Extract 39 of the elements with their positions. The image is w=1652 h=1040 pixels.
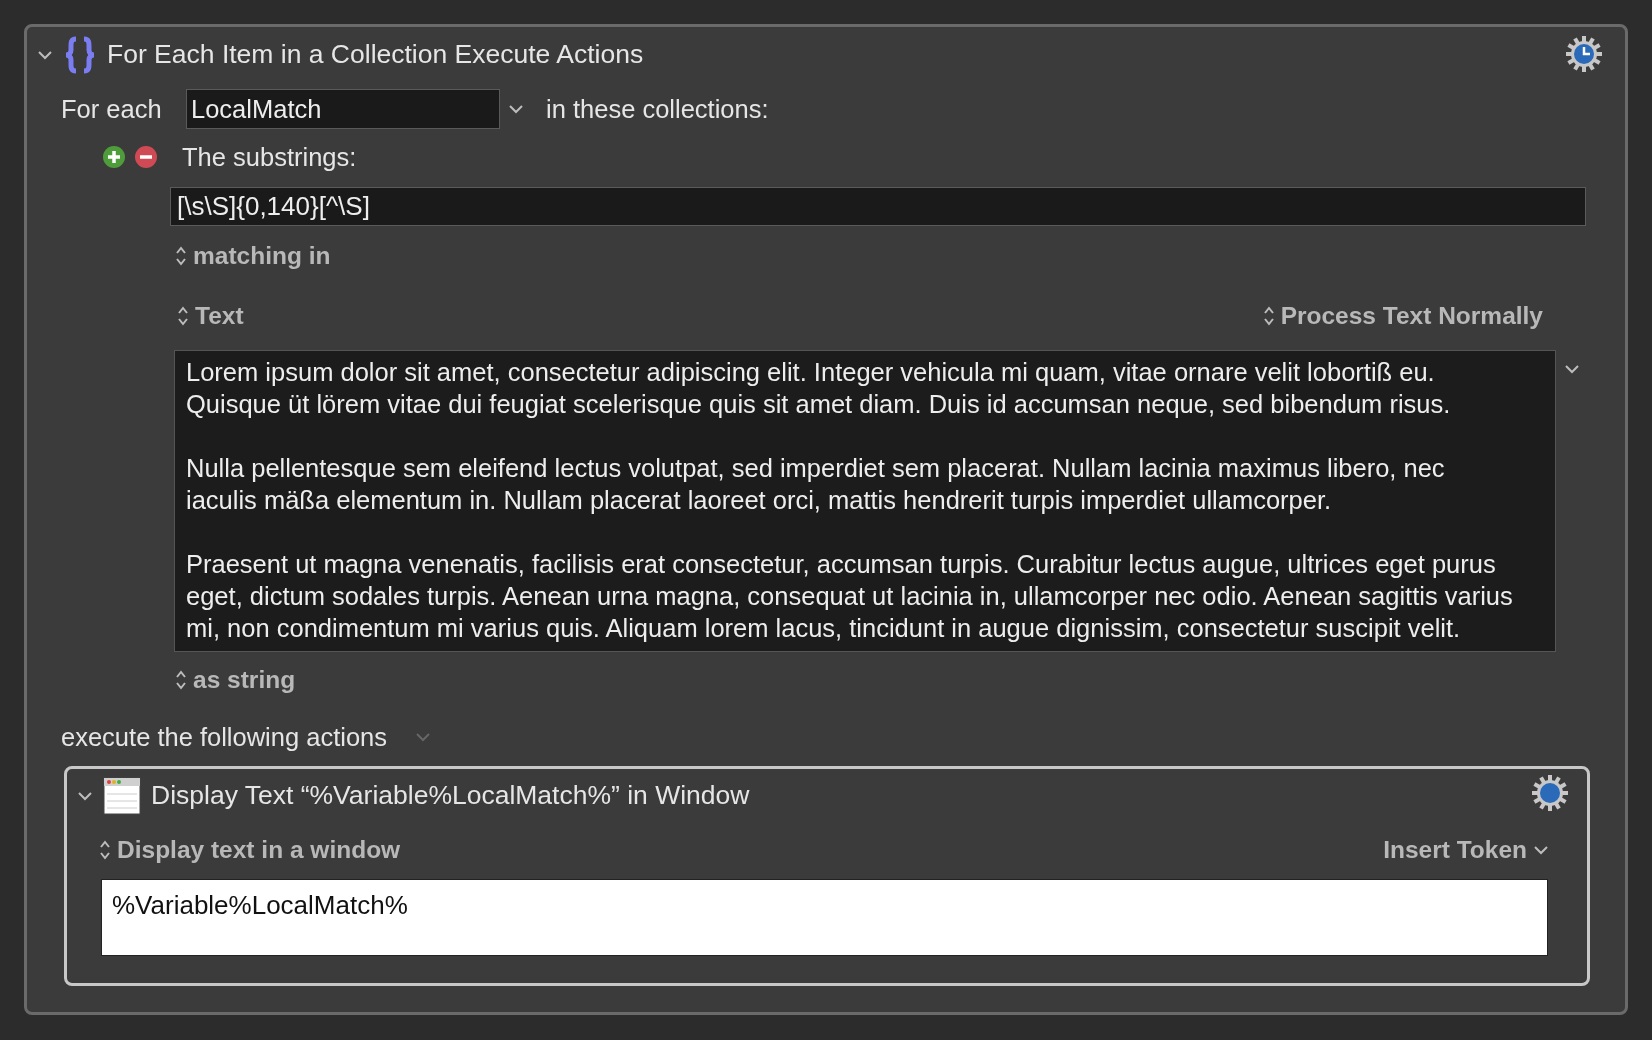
add-icon[interactable]	[102, 145, 126, 169]
processing-popup[interactable]: Process Text Normally	[1280, 297, 1543, 335]
sub-action-title: Display Text “%Variable%LocalMatch%” in Window	[151, 779, 750, 813]
stepper-icon	[175, 245, 187, 267]
mode-popup[interactable]: Display text in a window	[117, 831, 401, 869]
stepper-icon	[1262, 305, 1275, 327]
text-field[interactable]: %Variable%LocalMatch%	[101, 879, 1548, 956]
for-each-label: For each	[61, 93, 163, 125]
stepper-icon	[99, 839, 111, 861]
text-line: Praesent ut magna venenatis, facilisis erat consectetur, accumsan turpis. Curabitur lectus augue, ultrices eget purus	[186, 549, 1496, 580]
gear-clock-icon[interactable]	[1565, 35, 1603, 73]
chevron-icon[interactable]	[1564, 364, 1580, 374]
text-line: Quisque üt lörem vitae dui feugiat scelerisque quis sit amet diam. Duis id accumsan neque, sed bibendum risus.	[186, 389, 1451, 420]
curly-braces-icon	[63, 36, 97, 74]
gear-icon[interactable]	[1531, 774, 1569, 812]
chevron-icon[interactable]	[508, 104, 524, 114]
text-line: mi, non condimentum mi varius quis. Aliquam lorem lacus, tincidunt in augue dignissim, consectetur suscipit velit.	[186, 613, 1461, 644]
chevron-icon[interactable]	[1533, 845, 1549, 855]
window-icon	[103, 777, 141, 815]
substrings-label: The substrings:	[182, 141, 357, 173]
text-line: Nulla pellentesque sem eleifend lectus volutpat, sed imperdiet sem placerat. Nullam lacinia maximus libero, nec	[186, 453, 1445, 484]
stepper-icon	[177, 305, 189, 327]
matching-label[interactable]: matching in	[193, 237, 331, 275]
disclosure-chevron-icon[interactable]	[77, 791, 93, 801]
regex-field[interactable]: [\s\S]{0,140}[^\S]	[170, 187, 1586, 226]
stepper-icon	[175, 669, 187, 691]
text-line: Lorem ipsum dolor sit amet, consectetur adipiscing elit. Integer vehicula mi quam, vitae ornare velit lobortiß eu.	[186, 357, 1435, 388]
as-string-popup[interactable]: as string	[193, 661, 296, 699]
action-title: For Each Item in a Collection Execute Actions	[107, 38, 644, 72]
variable-field[interactable]: LocalMatch	[186, 89, 500, 129]
text-area[interactable]	[174, 350, 1556, 652]
insert-token-menu[interactable]: Insert Token	[1383, 831, 1527, 869]
text-line: eget, dictum sodales turpis. Aenean urna magna, consequat ut lacinia in, ullamcorper nec odio. Aenean sagittis varius	[186, 581, 1513, 612]
execute-label: execute the following actions	[61, 721, 388, 753]
text-line: iaculis mäßa elementum in. Nullam placerat laoreet orci, mattis hendrerit turpis imperdiet ullamcorper.	[186, 485, 1332, 516]
collections-label: in these collections:	[546, 93, 769, 125]
remove-icon[interactable]	[134, 145, 158, 169]
source-popup[interactable]: Text	[195, 297, 244, 335]
disclosure-chevron-icon[interactable]	[37, 50, 53, 60]
